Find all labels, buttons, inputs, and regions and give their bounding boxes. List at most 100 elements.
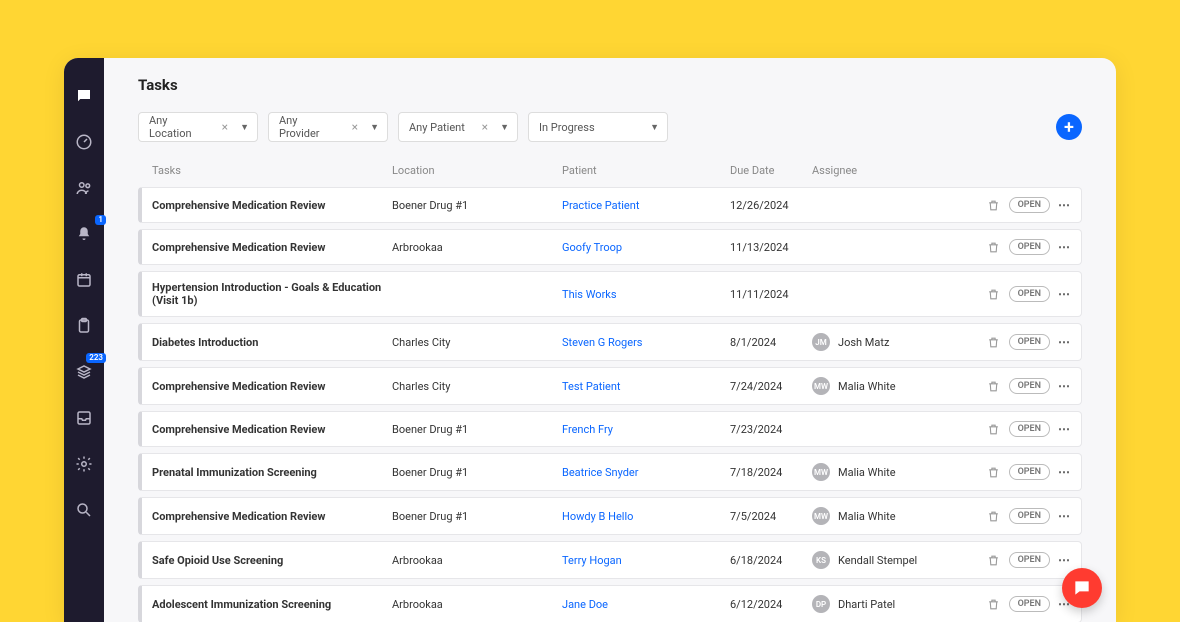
delete-icon[interactable]: [987, 287, 1001, 301]
task-due: 7/5/2024: [730, 510, 812, 523]
stack-badge: 223: [86, 353, 106, 363]
open-button[interactable]: OPEN: [1009, 464, 1050, 480]
task-patient-link[interactable]: Goofy Troop: [562, 241, 730, 254]
table-row[interactable]: Prenatal Immunization ScreeningBoener Dr…: [138, 453, 1082, 491]
task-name: Comprehensive Medication Review: [152, 199, 392, 212]
table-row[interactable]: Diabetes IntroductionCharles CitySteven …: [138, 323, 1082, 361]
task-patient-link[interactable]: This Works: [562, 288, 730, 301]
more-menu-icon[interactable]: ⋯: [1058, 198, 1071, 212]
task-assignee: KSKendall Stempel: [812, 551, 981, 569]
task-name: Diabetes Introduction: [152, 336, 392, 349]
task-patient-link[interactable]: French Fry: [562, 423, 730, 436]
more-menu-icon[interactable]: ⋯: [1058, 287, 1071, 301]
col-header-due: Due Date: [730, 164, 812, 177]
delete-icon[interactable]: [987, 597, 1001, 611]
task-name: Comprehensive Medication Review: [152, 510, 392, 523]
assignee-name: Malia White: [838, 510, 896, 523]
task-location: Boener Drug #1: [392, 510, 562, 523]
table-row[interactable]: Adolescent Immunization ScreeningArbrook…: [138, 585, 1082, 622]
task-rows: Comprehensive Medication ReviewBoener Dr…: [138, 187, 1082, 622]
open-button[interactable]: OPEN: [1009, 197, 1050, 213]
assignee-name: Dharti Patel: [838, 598, 895, 611]
filter-patient[interactable]: Any Patient × ▼: [398, 112, 518, 142]
task-assignee: MWMalia White: [812, 377, 981, 395]
more-menu-icon[interactable]: ⋯: [1058, 240, 1071, 254]
open-button[interactable]: OPEN: [1009, 378, 1050, 394]
task-patient-link[interactable]: Beatrice Snyder: [562, 466, 730, 479]
filter-provider-label: Any Provider: [279, 114, 340, 140]
nav-dashboard-icon[interactable]: [72, 130, 96, 154]
avatar: MW: [812, 377, 830, 395]
nav-stack-icon[interactable]: 223: [72, 360, 96, 384]
task-location: Boener Drug #1: [392, 423, 562, 436]
chevron-down-icon: ▼: [500, 122, 509, 133]
task-name: Adolescent Immunization Screening: [152, 598, 392, 611]
delete-icon[interactable]: [987, 335, 1001, 349]
filter-status[interactable]: In Progress ▼: [528, 112, 668, 142]
clear-icon[interactable]: ×: [348, 120, 362, 134]
table-row[interactable]: Comprehensive Medication ReviewCharles C…: [138, 367, 1082, 405]
add-task-button[interactable]: +: [1056, 114, 1082, 140]
open-button[interactable]: OPEN: [1009, 239, 1050, 255]
nav-clipboard-icon[interactable]: [72, 314, 96, 338]
nav-inbox-icon[interactable]: [72, 406, 96, 430]
delete-icon[interactable]: [987, 465, 1001, 479]
task-due: 11/13/2024: [730, 241, 812, 254]
delete-icon[interactable]: [987, 509, 1001, 523]
table-row[interactable]: Safe Opioid Use ScreeningArbrookaaTerry …: [138, 541, 1082, 579]
nav-settings-icon[interactable]: [72, 452, 96, 476]
nav-users-icon[interactable]: [72, 176, 96, 200]
task-location: Charles City: [392, 336, 562, 349]
table-row[interactable]: Comprehensive Medication ReviewBoener Dr…: [138, 187, 1082, 223]
support-chat-button[interactable]: [1062, 568, 1102, 608]
task-patient-link[interactable]: Terry Hogan: [562, 554, 730, 567]
clear-icon[interactable]: ×: [478, 120, 492, 134]
task-patient-link[interactable]: Steven G Rogers: [562, 336, 730, 349]
nav-search-user-icon[interactable]: [72, 498, 96, 522]
filter-provider[interactable]: Any Provider × ▼: [268, 112, 388, 142]
task-due: 11/11/2024: [730, 288, 812, 301]
more-menu-icon[interactable]: ⋯: [1058, 553, 1071, 567]
task-name: Safe Opioid Use Screening: [152, 554, 392, 567]
open-button[interactable]: OPEN: [1009, 508, 1050, 524]
table-row[interactable]: Comprehensive Medication ReviewArbrookaa…: [138, 229, 1082, 265]
task-due: 12/26/2024: [730, 199, 812, 212]
task-due: 7/18/2024: [730, 466, 812, 479]
task-patient-link[interactable]: Practice Patient: [562, 199, 730, 212]
more-menu-icon[interactable]: ⋯: [1058, 509, 1071, 523]
task-location: Boener Drug #1: [392, 466, 562, 479]
task-due: 6/12/2024: [730, 598, 812, 611]
table-row[interactable]: Comprehensive Medication ReviewBoener Dr…: [138, 411, 1082, 447]
more-menu-icon[interactable]: ⋯: [1058, 379, 1071, 393]
task-patient-link[interactable]: Jane Doe: [562, 598, 730, 611]
task-patient-link[interactable]: Test Patient: [562, 380, 730, 393]
delete-icon[interactable]: [987, 422, 1001, 436]
nav-chat-icon[interactable]: [72, 84, 96, 108]
nav-alerts-icon[interactable]: 1: [72, 222, 96, 246]
more-menu-icon[interactable]: ⋯: [1058, 422, 1071, 436]
open-button[interactable]: OPEN: [1009, 552, 1050, 568]
delete-icon[interactable]: [987, 379, 1001, 393]
more-menu-icon[interactable]: ⋯: [1058, 335, 1071, 349]
open-button[interactable]: OPEN: [1009, 286, 1050, 302]
filters-row: Any Location × ▼ Any Provider × ▼ Any Pa…: [138, 112, 1082, 142]
task-name: Hypertension Introduction - Goals & Educ…: [152, 281, 392, 307]
filter-location[interactable]: Any Location × ▼: [138, 112, 258, 142]
open-button[interactable]: OPEN: [1009, 421, 1050, 437]
delete-icon[interactable]: [987, 198, 1001, 212]
task-assignee: JMJosh Matz: [812, 333, 981, 351]
delete-icon[interactable]: [987, 240, 1001, 254]
open-button[interactable]: OPEN: [1009, 334, 1050, 350]
clear-icon[interactable]: ×: [218, 120, 232, 134]
table-row[interactable]: Hypertension Introduction - Goals & Educ…: [138, 271, 1082, 317]
table-row[interactable]: Comprehensive Medication ReviewBoener Dr…: [138, 497, 1082, 535]
delete-icon[interactable]: [987, 553, 1001, 567]
app-window: 1 223 Tasks Any Location × ▼: [64, 58, 1116, 622]
nav-calendar-icon[interactable]: [72, 268, 96, 292]
task-location: Arbrookaa: [392, 554, 562, 567]
task-due: 6/18/2024: [730, 554, 812, 567]
page-title: Tasks: [138, 76, 1082, 94]
open-button[interactable]: OPEN: [1009, 596, 1050, 612]
more-menu-icon[interactable]: ⋯: [1058, 465, 1071, 479]
task-patient-link[interactable]: Howdy B Hello: [562, 510, 730, 523]
